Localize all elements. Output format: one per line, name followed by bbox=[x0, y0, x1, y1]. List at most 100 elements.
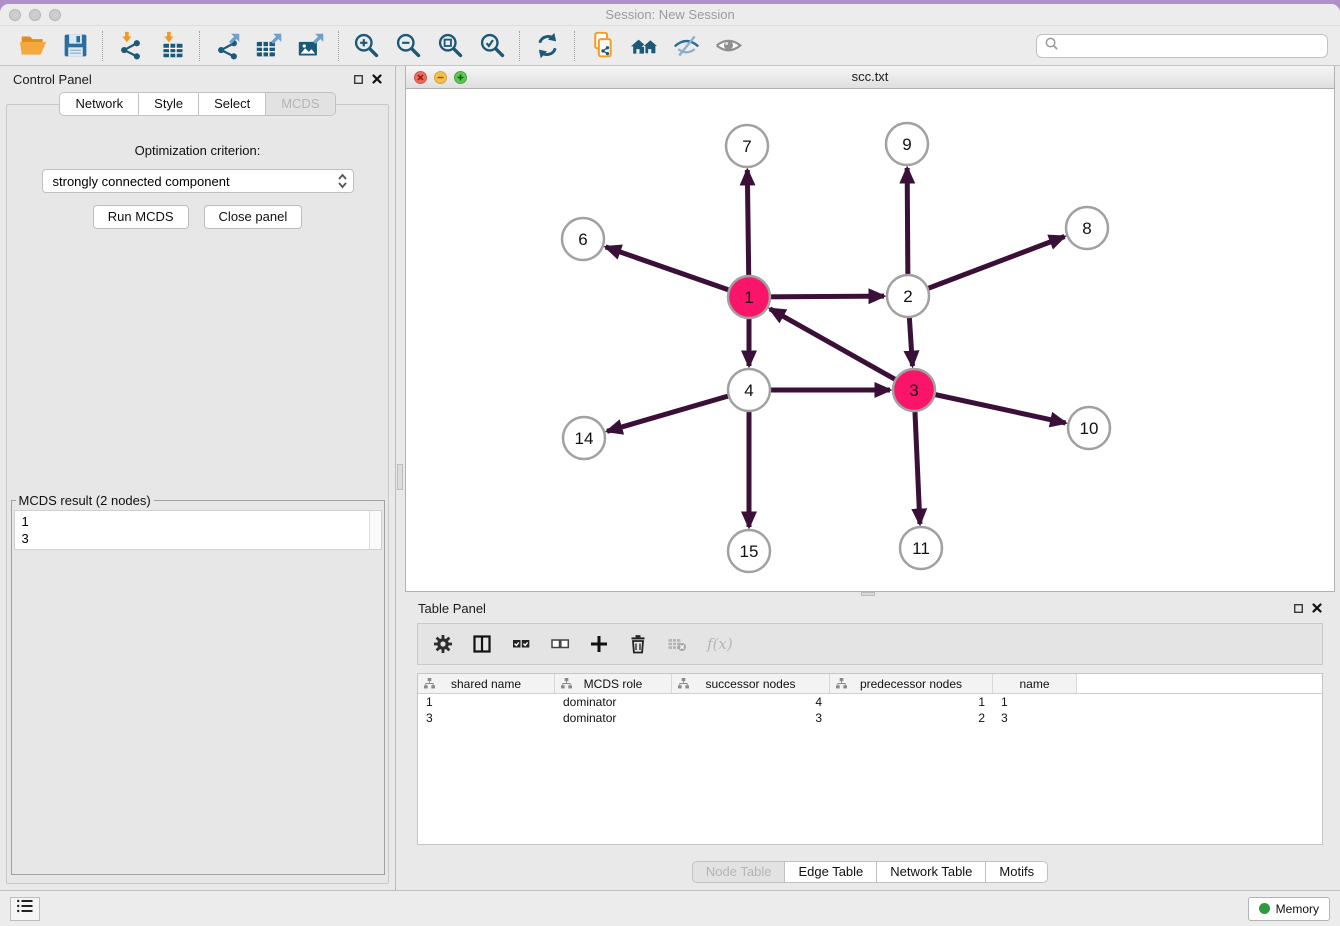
table-cell: 4 bbox=[672, 695, 830, 709]
result-scrollbar[interactable] bbox=[369, 511, 381, 549]
search-input[interactable] bbox=[1064, 39, 1320, 53]
search-box[interactable] bbox=[1036, 34, 1328, 58]
graph-edge-3-10[interactable] bbox=[914, 390, 1066, 423]
table-row[interactable]: 1dominator411 bbox=[418, 694, 1322, 710]
table-row[interactable]: 3dominator323 bbox=[418, 710, 1322, 726]
graph-node-7[interactable]: 7 bbox=[726, 125, 768, 167]
close-window-icon[interactable] bbox=[9, 9, 21, 21]
graph-node-3[interactable]: 3 bbox=[893, 369, 935, 411]
show-all-icon[interactable] bbox=[713, 31, 743, 61]
float-panel-icon[interactable] bbox=[354, 75, 363, 84]
titlebar: Session: New Session bbox=[0, 4, 1340, 26]
column-header-shared-name[interactable]: shared name bbox=[418, 674, 555, 693]
control-panel-title: Control Panel bbox=[13, 72, 92, 87]
tab-select[interactable]: Select bbox=[199, 92, 266, 116]
minimize-window-icon[interactable] bbox=[29, 9, 41, 21]
optimization-criterion-label: Optimization criterion: bbox=[135, 143, 261, 158]
deselect-all-icon[interactable] bbox=[550, 632, 570, 656]
window-title: Session: New Session bbox=[0, 4, 1340, 25]
control-panel-tabs: NetworkStyleSelectMCDS bbox=[0, 92, 395, 116]
window-controls bbox=[9, 9, 61, 21]
column-header-successor-nodes[interactable]: successor nodes bbox=[672, 674, 830, 693]
hide-selected-icon[interactable] bbox=[671, 31, 701, 61]
home-icon[interactable] bbox=[629, 31, 659, 61]
node-table[interactable]: shared nameMCDS role successor nodes prede… bbox=[417, 673, 1323, 845]
function-builder-icon: f(x) bbox=[706, 632, 736, 656]
graph-edge-3-1[interactable] bbox=[770, 309, 914, 390]
graph-node-4[interactable]: 4 bbox=[728, 369, 770, 411]
search-icon bbox=[1044, 36, 1059, 56]
tab-node-table[interactable]: Node Table bbox=[692, 861, 786, 883]
graph-node-11[interactable]: 11 bbox=[900, 527, 942, 569]
column-header-predecessor-nodes[interactable]: predecessor nodes bbox=[830, 674, 993, 693]
graph-node-2[interactable]: 2 bbox=[887, 275, 929, 317]
save-session-icon[interactable] bbox=[60, 31, 90, 61]
close-panel-button[interactable]: Close panel bbox=[204, 205, 303, 229]
tab-edge-table[interactable]: Edge Table bbox=[785, 861, 877, 883]
graph-node-9[interactable]: 9 bbox=[886, 123, 928, 165]
right-column: scc.txt 1234678910111415 Table Panel f(x… bbox=[405, 66, 1340, 890]
network-maximize-icon[interactable] bbox=[454, 71, 467, 84]
tab-network[interactable]: Network bbox=[59, 92, 139, 116]
close-table-panel-icon[interactable] bbox=[1312, 603, 1322, 613]
close-panel-icon[interactable] bbox=[372, 74, 382, 84]
horizontal-splitter-handle[interactable] bbox=[861, 592, 875, 596]
zoom-in-icon[interactable] bbox=[351, 31, 381, 61]
network-canvas[interactable]: 1 2 3 4 6 7 8 9 10 11 14 15 bbox=[406, 89, 1334, 591]
column-header-MCDS-role[interactable]: MCDS role bbox=[555, 674, 672, 693]
tab-style[interactable]: Style bbox=[139, 92, 199, 116]
zoom-fit-icon[interactable] bbox=[435, 31, 465, 61]
run-mcds-button[interactable]: Run MCDS bbox=[93, 205, 189, 229]
table-header-filler bbox=[1077, 674, 1322, 693]
float-table-panel-icon[interactable] bbox=[1294, 604, 1303, 613]
column-header-label: successor nodes bbox=[705, 677, 795, 691]
graph-node-14[interactable]: 14 bbox=[563, 417, 605, 459]
export-table-icon[interactable] bbox=[254, 31, 284, 61]
graph-node-6[interactable]: 6 bbox=[562, 218, 604, 260]
delete-row-icon[interactable] bbox=[628, 632, 648, 656]
table-cell: 3 bbox=[993, 711, 1077, 725]
table-cell: 1 bbox=[418, 695, 555, 709]
graph-edge-2-8[interactable] bbox=[908, 237, 1065, 296]
table-cell: 1 bbox=[993, 695, 1077, 709]
column-header-name[interactable]: name bbox=[993, 674, 1077, 693]
import-table-icon[interactable] bbox=[157, 31, 187, 61]
tab-network-table[interactable]: Network Table bbox=[877, 861, 986, 883]
network-minimize-icon[interactable] bbox=[434, 71, 447, 84]
graph-edge-1-6[interactable] bbox=[606, 247, 749, 297]
memory-button[interactable]: Memory bbox=[1248, 897, 1330, 921]
tab-mcds[interactable]: MCDS bbox=[266, 92, 335, 116]
duplicate-network-icon[interactable] bbox=[587, 31, 617, 61]
tab-motifs[interactable]: Motifs bbox=[986, 861, 1048, 883]
vertical-splitter-handle[interactable] bbox=[397, 464, 403, 490]
import-network-icon[interactable] bbox=[115, 31, 145, 61]
add-row-icon[interactable] bbox=[589, 632, 609, 656]
network-view-titlebar: scc.txt bbox=[406, 66, 1334, 89]
horizontal-splitter[interactable] bbox=[405, 592, 1335, 596]
refresh-icon[interactable] bbox=[532, 31, 562, 61]
graph-node-10[interactable]: 10 bbox=[1068, 407, 1110, 449]
mcds-result-lines: 1 3 bbox=[15, 511, 369, 549]
graph-node-label: 7 bbox=[742, 137, 751, 156]
select-all-icon[interactable] bbox=[511, 632, 531, 656]
svg-text:f(x): f(x) bbox=[706, 635, 733, 653]
zoom-selected-icon[interactable] bbox=[477, 31, 507, 61]
network-close-icon[interactable] bbox=[414, 71, 427, 84]
export-image-icon[interactable] bbox=[296, 31, 326, 61]
toggle-panel-icon[interactable] bbox=[472, 632, 492, 656]
zoom-window-icon[interactable] bbox=[49, 9, 61, 21]
graph-node-15[interactable]: 15 bbox=[728, 530, 770, 572]
graph-node-1[interactable]: 1 bbox=[728, 276, 770, 318]
column-settings-icon[interactable] bbox=[433, 632, 453, 656]
criterion-dropdown[interactable]: strongly connected component bbox=[42, 169, 354, 193]
open-file-icon[interactable] bbox=[18, 31, 48, 61]
toolbar-group bbox=[339, 31, 519, 61]
control-panel: Control Panel NetworkStyleSelectMCDS Opt… bbox=[0, 66, 396, 890]
graph-node-8[interactable]: 8 bbox=[1066, 207, 1108, 249]
zoom-out-icon[interactable] bbox=[393, 31, 423, 61]
export-network-icon[interactable] bbox=[212, 31, 242, 61]
graph-node-label: 9 bbox=[902, 135, 911, 154]
mcds-result-area[interactable]: 1 3 bbox=[14, 510, 382, 550]
vertical-splitter[interactable] bbox=[396, 66, 405, 890]
show-panels-button[interactable] bbox=[10, 897, 40, 921]
